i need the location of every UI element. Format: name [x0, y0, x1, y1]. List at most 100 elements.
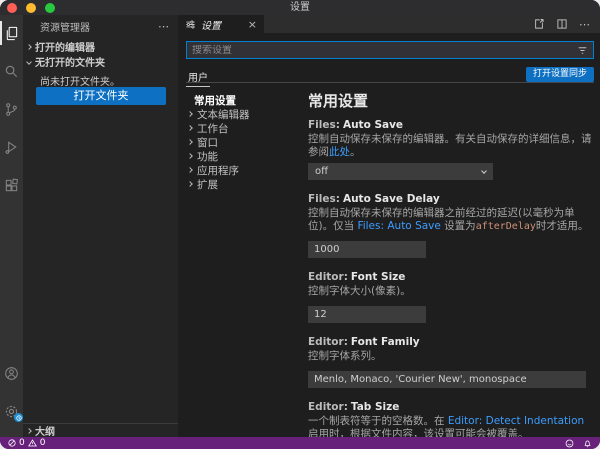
desc-text: 。 — [350, 146, 361, 158]
auto-save-select[interactable]: off — [308, 163, 493, 180]
account-button[interactable] — [0, 361, 23, 385]
activity-extensions-button[interactable] — [0, 173, 23, 197]
chevron-right-icon — [187, 167, 193, 173]
setting-control — [308, 367, 592, 388]
open-settings-json-icon[interactable] — [533, 15, 545, 34]
settings-editor: 用户 打开设置同步 常用设置 文本编辑器 工作台 窗口 — [178, 33, 600, 437]
settings-content: 常用设置 Files:Auto Save 控制自动保存未保存的编辑器。有关自动保… — [308, 90, 592, 449]
chevron-right-icon — [187, 153, 193, 159]
status-bar-right — [565, 439, 592, 448]
toc-label: 扩展 — [197, 177, 218, 192]
settings-scope-row: 用户 打开设置同步 — [186, 66, 594, 83]
outline-label: 大纲 — [35, 423, 55, 438]
auto-save-delay-input[interactable] — [308, 241, 426, 258]
no-folder-section[interactable]: 无打开的文件夹 — [23, 54, 178, 69]
setting-name: Tab Size — [351, 401, 399, 413]
desc-text: 控制字体系列。 — [308, 350, 382, 362]
toc-item-commonly-used[interactable]: 常用设置 — [180, 93, 304, 107]
editor-group: 设置 × ⋯ — [178, 15, 600, 437]
setting-files-auto-save-delay: Files:Auto Save Delay 控制自动保存未保存的编辑器之前经过的… — [308, 193, 592, 258]
setting-label: Editor:Font Size — [308, 271, 592, 284]
warnings-icon — [28, 439, 37, 447]
tab-label: 设置 — [201, 17, 221, 32]
activity-bar-bottom — [0, 361, 23, 437]
toc-label: 功能 — [197, 149, 218, 164]
setting-name: Auto Save Delay — [343, 193, 440, 205]
setting-category: Files: — [308, 119, 340, 131]
account-icon — [4, 366, 19, 381]
setting-description: 控制自动保存未保存的编辑器之前经过的延迟(以毫秒为单位)。仅当 Files: A… — [308, 207, 592, 233]
toc-item-window[interactable]: 窗口 — [180, 135, 304, 149]
toc-item-extensions[interactable]: 扩展 — [180, 177, 304, 191]
more-actions-icon[interactable]: ⋯ — [579, 18, 591, 31]
font-size-input[interactable] — [308, 306, 426, 323]
setting-editor-font-size: Editor:Font Size 控制字体大小(像素)。 — [308, 271, 592, 323]
toc-item-application[interactable]: 应用程序 — [180, 163, 304, 177]
sidebar-title: 资源管理器 — [40, 19, 90, 34]
open-editors-section[interactable]: 打开的编辑器 — [23, 39, 178, 54]
manage-settings-button[interactable] — [0, 399, 23, 423]
setting-name: Font Family — [351, 336, 420, 348]
chevron-right-icon — [187, 125, 193, 131]
activity-run-debug-button[interactable] — [0, 135, 23, 159]
chevron-right-icon — [26, 44, 32, 50]
explorer-sidebar: 资源管理器 ⋯ 打开的编辑器 无打开的文件夹 尚未打开文件夹。 打开文件夹 大纲 — [23, 15, 178, 437]
desc-link[interactable]: Files: Auto Save — [357, 220, 440, 232]
turn-on-settings-sync-button[interactable]: 打开设置同步 — [526, 67, 594, 82]
title-bar: 设置 — [0, 0, 600, 15]
warnings-count: 0 — [40, 438, 46, 448]
window-controls — [7, 3, 55, 13]
editor-actions: ⋯ — [533, 15, 600, 33]
toc-label: 文本编辑器 — [197, 107, 250, 122]
filter-icon[interactable] — [577, 45, 593, 56]
notifications-bell-icon[interactable] — [583, 439, 592, 448]
sidebar-more-actions-icon[interactable]: ⋯ — [158, 20, 170, 33]
setting-description: 控制字体大小(像素)。 — [308, 285, 592, 298]
setting-description: 控制自动保存未保存的编辑器。有关自动保存的详细信息，请参阅此处。 — [308, 133, 592, 159]
activity-explorer-button[interactable] — [0, 21, 23, 45]
tab-settings[interactable]: 设置 × — [178, 15, 264, 33]
activity-bar — [0, 15, 23, 437]
errors-count: 0 — [19, 438, 25, 448]
scope-tab-user[interactable]: 用户 — [186, 67, 210, 87]
status-bar: 0 0 — [0, 437, 600, 449]
setting-category: Files: — [308, 193, 340, 205]
desc-text: 控制字体大小(像素)。 — [308, 285, 411, 297]
toc-item-features[interactable]: 功能 — [180, 149, 304, 163]
toc-item-workbench[interactable]: 工作台 — [180, 121, 304, 135]
activity-search-button[interactable] — [0, 59, 23, 83]
activity-source-control-button[interactable] — [0, 97, 23, 121]
desc-code: afterDelay — [476, 221, 536, 232]
toc-label: 工作台 — [197, 121, 229, 136]
setting-category: Editor: — [308, 271, 348, 283]
close-tab-icon[interactable]: × — [248, 19, 257, 30]
problems-status[interactable]: 0 0 — [8, 438, 45, 448]
toc-label: 应用程序 — [197, 163, 239, 178]
setting-files-auto-save: Files:Auto Save 控制自动保存未保存的编辑器。有关自动保存的详细信… — [308, 119, 592, 180]
explorer-icon — [4, 26, 19, 41]
font-family-input[interactable] — [308, 371, 586, 388]
minimize-window-button[interactable] — [26, 3, 36, 13]
source-control-icon — [4, 102, 19, 117]
setting-category: Editor: — [308, 336, 348, 348]
chevron-right-icon — [187, 111, 193, 117]
maximize-window-button[interactable] — [45, 3, 55, 13]
open-folder-button[interactable]: 打开文件夹 — [36, 87, 166, 105]
close-window-button[interactable] — [7, 3, 17, 13]
settings-search-input[interactable] — [187, 45, 577, 56]
desc-text: 设置为 — [441, 220, 476, 232]
extensions-icon — [4, 178, 19, 193]
settings-search-box — [186, 41, 594, 59]
toc-item-text-editor[interactable]: 文本编辑器 — [180, 107, 304, 121]
setting-editor-font-family: Editor:Font Family 控制字体系列。 — [308, 336, 592, 388]
setting-control: off — [308, 163, 592, 180]
desc-link[interactable]: Editor: Detect Indentation — [448, 415, 584, 427]
setting-name: Font Size — [351, 271, 406, 283]
split-editor-icon[interactable] — [556, 15, 568, 34]
settings-heading: 常用设置 — [308, 90, 592, 111]
desc-link[interactable]: 此处 — [329, 146, 350, 158]
outline-section[interactable]: 大纲 — [23, 423, 178, 437]
feedback-smiley-icon[interactable] — [565, 439, 574, 448]
search-icon — [4, 64, 19, 79]
chevron-down-icon — [481, 168, 487, 174]
